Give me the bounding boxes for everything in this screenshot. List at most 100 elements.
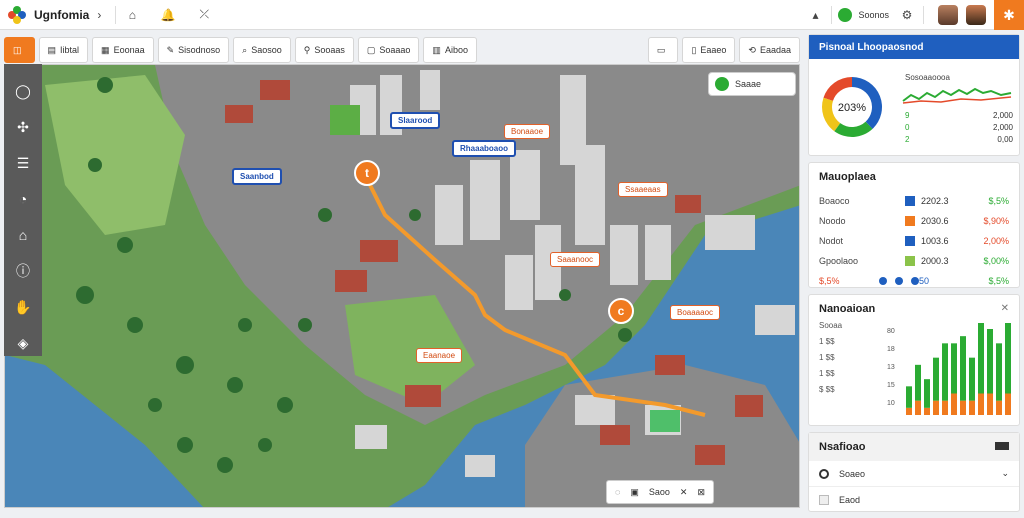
metric-row[interactable]: Boaoco 2202.3 $,5% — [809, 191, 1019, 211]
folder-icon: ▤ — [47, 44, 57, 55]
metric-row[interactable]: Nodot 1003.6 2,00% — [809, 231, 1019, 251]
circle-icon[interactable]: ◯ — [12, 80, 34, 102]
settings-icon[interactable]: ⚙ — [897, 5, 917, 25]
bell-icon[interactable]: 🔔 — [158, 5, 178, 25]
account-label[interactable]: Soonos — [858, 10, 889, 20]
bar-row-label: 1 $$ — [819, 369, 835, 378]
toolbar-button[interactable]: ▥ Aiboo — [423, 37, 477, 63]
bar-mark — [987, 329, 993, 394]
sparkline — [902, 87, 1012, 104]
bar-mark — [924, 407, 930, 415]
map-canvas[interactable] — [5, 65, 800, 508]
list-icon[interactable]: ☰ — [12, 152, 34, 174]
square-icon: ▭ — [656, 44, 666, 55]
bar-mark — [933, 357, 939, 401]
map-tool-label[interactable]: Saoo — [649, 487, 670, 497]
metrics-card: Mauoplaea Boaoco 2202.3 $,5% Noodo 2030.6 $,9… — [808, 162, 1020, 288]
chevron-down-icon: ⌄ — [1001, 468, 1009, 478]
toolbar-button-label: Soaaao — [379, 45, 411, 55]
bar-mark — [960, 400, 966, 415]
pin-icon: ⚲ — [303, 44, 311, 55]
toolbar-button-label: Eoonaa — [113, 45, 145, 55]
summary-header: Pisnoal Lhoopaosnod — [809, 35, 1019, 59]
bar-mark — [996, 343, 1002, 401]
toolbar-button[interactable]: ✎ Sisodnoso — [157, 37, 230, 63]
toolbar-button-label: Aiboo — [444, 45, 468, 55]
hand-icon[interactable]: ✋ — [12, 296, 34, 318]
map-label-blue[interactable]: Slaarood — [390, 112, 441, 129]
layers-icon: ◫ — [13, 44, 22, 55]
summary-stat-row: 9 2,000 — [905, 111, 1013, 120]
map-label-orange[interactable]: Saaanooc — [550, 252, 601, 267]
map-view[interactable] — [4, 64, 800, 508]
pin-icon[interactable]: ◌ — [615, 487, 620, 497]
layers-icon[interactable]: ◈ — [12, 332, 34, 354]
search-icon: ⌕ — [242, 44, 248, 55]
toolbar-button[interactable]: ▦ Eoonaa — [92, 37, 154, 63]
bar-mark — [951, 393, 957, 415]
metrics-title: Mauoplaea — [819, 171, 876, 183]
doc-icon: ▢ — [366, 44, 376, 55]
toolbar-button[interactable]: ⟲ Eaadaa — [739, 37, 800, 63]
home-icon[interactable]: ⌂ — [122, 5, 142, 25]
save-icon[interactable]: ▣ — [630, 487, 639, 498]
metric-row[interactable]: Noodo 2030.6 $,90% — [809, 211, 1019, 231]
toolbar-button[interactable]: ▤ Iibtal — [38, 37, 89, 63]
toolbar-button[interactable]: ▯ Eaaeo — [682, 37, 736, 63]
map-label-blue[interactable]: Saanbod — [232, 168, 282, 185]
map-search-chip[interactable]: Saaae — [708, 72, 796, 96]
share-icon: ⟲ — [748, 44, 756, 55]
bar-mark — [933, 400, 939, 415]
pencil-icon: ✎ — [166, 44, 175, 55]
bar-mark — [906, 386, 912, 408]
select-option[interactable]: Soaeo ⌄ — [809, 461, 1019, 487]
route-pin-start[interactable]: t — [354, 160, 380, 186]
select-card: Nsafioao Soaeo ⌄ Eaod — [808, 432, 1020, 512]
close-icon[interactable]: ⤫ — [194, 5, 214, 25]
caret-up-icon[interactable]: ▴ — [805, 5, 825, 25]
chevron-right-icon[interactable]: › — [89, 5, 109, 25]
app-logo — [8, 5, 26, 24]
avatar[interactable] — [966, 5, 986, 25]
toolbar-button[interactable]: ◫ — [4, 37, 35, 63]
building-icon[interactable]: ⌂ — [12, 224, 34, 246]
bar-mark — [1005, 393, 1011, 415]
right-panel: Pisnoal Lhoopaosnod 203% Sosoaaoooa 9 2,0… — [808, 34, 1020, 518]
compass-icon[interactable]: ◔ — [12, 188, 34, 210]
select-option[interactable]: Eaod — [809, 487, 1019, 513]
map-label-orange[interactable]: Ssaaeaas — [618, 182, 668, 197]
table-icon: ▦ — [101, 44, 110, 55]
bar-row-label: 1 $$ — [819, 353, 835, 362]
bar-row-label: $ $$ — [819, 385, 835, 394]
route-pin-end[interactable]: c — [608, 298, 634, 324]
lock-icon: ▯ — [691, 44, 697, 55]
map-label-orange[interactable]: Eaanaoe — [416, 348, 463, 363]
bar-row-label: 1 $$ — [819, 337, 835, 346]
info-icon[interactable]: ⓘ — [12, 260, 34, 282]
toggle-icon[interactable] — [995, 442, 1009, 450]
map-label-orange[interactable]: Bonaaoe — [504, 124, 551, 139]
menu-button[interactable]: ✱ — [994, 0, 1024, 30]
toolbar-button[interactable]: ▭ — [647, 37, 679, 63]
puzzle-icon[interactable]: ✣ — [12, 116, 34, 138]
map-tool-box[interactable]: ⊠ — [697, 487, 705, 498]
donut-segment — [834, 121, 873, 137]
toolbar-button[interactable]: ⌕ Saosoo — [233, 37, 291, 63]
y-tick-label: 80 — [887, 328, 895, 335]
toolbar-button[interactable]: ▢ Soaaao — [357, 37, 420, 63]
bars-title: Nanoaioan — [819, 303, 876, 315]
map-label-blue[interactable]: Rhaaaboaoo — [452, 140, 517, 157]
summary-stat-row: 0 2,000 — [905, 123, 1013, 132]
map-label-orange[interactable]: Boaaaaoc — [670, 305, 721, 320]
avatar[interactable] — [938, 5, 958, 25]
spark-label: Sosoaaoooa — [905, 73, 950, 82]
map-tool-close[interactable]: ✕ — [680, 487, 688, 498]
toolbar-button-label: Sisodnoso — [178, 45, 221, 55]
close-icon[interactable]: ✕ — [1001, 303, 1009, 314]
toolbar-button-label: Iibtal — [60, 45, 80, 55]
bar-mark — [915, 400, 921, 415]
metric-row[interactable]: Gpoolaoo 2000.3 $,00% — [809, 251, 1019, 271]
toolbar-button-label: Eaaeo — [700, 45, 727, 55]
toolbar-button[interactable]: ⚲ Sooaas — [294, 37, 354, 63]
bar-mark — [1005, 323, 1011, 394]
